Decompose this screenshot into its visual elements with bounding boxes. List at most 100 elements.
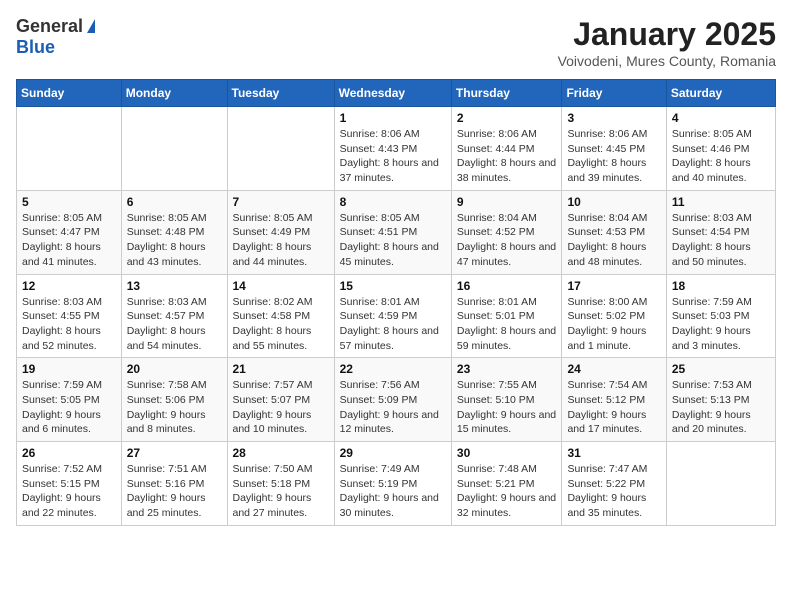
day-info: Sunrise: 8:05 AM Sunset: 4:47 PM Dayligh… [22,211,116,270]
calendar-cell: 15 Sunrise: 8:01 AM Sunset: 4:59 PM Dayli… [334,274,451,358]
day-info: Sunrise: 8:06 AM Sunset: 4:44 PM Dayligh… [457,127,557,186]
location-subtitle: Voivodeni, Mures County, Romania [558,53,776,69]
calendar-cell: 20Sunrise: 7:58 AM Sunset: 5:06 PM Dayli… [121,358,227,442]
day-info: Sunrise: 7:58 AM Sunset: 5:06 PM Dayligh… [127,378,222,437]
title-block: January 2025 Voivodeni, Mures County, Ro… [558,16,776,69]
day-number: 30 [457,446,557,460]
calendar-cell: 6 Sunrise: 8:05 AM Sunset: 4:48 PM Daylig… [121,190,227,274]
calendar-cell: 16Sunrise: 8:01 AM Sunset: 5:01 PM Dayli… [451,274,562,358]
day-info: Sunrise: 7:59 AM Sunset: 5:03 PM Dayligh… [672,295,770,354]
day-number: 31 [567,446,660,460]
calendar-week-4: 19 Sunrise: 7:59 AM Sunset: 5:05 PM Dayli… [17,358,776,442]
day-number: 14 [233,279,329,293]
calendar-cell: 30 Sunrise: 7:48 AM Sunset: 5:21 PM Dayli… [451,442,562,526]
calendar-cell: 5 Sunrise: 8:05 AM Sunset: 4:47 PM Daylig… [17,190,122,274]
day-info: Sunrise: 7:50 AM Sunset: 5:18 PM Dayligh… [233,462,329,521]
calendar-cell: 25 Sunrise: 7:53 AM Sunset: 5:13 PM Dayli… [666,358,775,442]
calendar-cell: 9 Sunrise: 8:04 AM Sunset: 4:52 PM Daylig… [451,190,562,274]
day-info: Sunrise: 8:03 AM Sunset: 4:54 PM Dayligh… [672,211,770,270]
day-info: Sunrise: 8:03 AM Sunset: 4:55 PM Dayligh… [22,295,116,354]
day-number: 22 [340,362,446,376]
day-info: Sunrise: 7:53 AM Sunset: 5:13 PM Dayligh… [672,378,770,437]
day-info: Sunrise: 8:05 AM Sunset: 4:51 PM Dayligh… [340,211,446,270]
day-info: Sunrise: 8:02 AM Sunset: 4:58 PM Dayligh… [233,295,329,354]
calendar-cell: 8 Sunrise: 8:05 AM Sunset: 4:51 PM Daylig… [334,190,451,274]
day-info: Sunrise: 8:05 AM Sunset: 4:49 PM Dayligh… [233,211,329,270]
day-number: 4 [672,111,770,125]
day-number: 11 [672,195,770,209]
calendar-cell: 18Sunrise: 7:59 AM Sunset: 5:03 PM Dayli… [666,274,775,358]
calendar-body: 1 Sunrise: 8:06 AM Sunset: 4:43 PM Daylig… [17,107,776,526]
calendar-cell: 27Sunrise: 7:51 AM Sunset: 5:16 PM Dayli… [121,442,227,526]
day-number: 8 [340,195,446,209]
day-info: Sunrise: 7:59 AM Sunset: 5:05 PM Dayligh… [22,378,116,437]
day-number: 6 [127,195,222,209]
day-info: Sunrise: 8:00 AM Sunset: 5:02 PM Dayligh… [567,295,660,354]
day-number: 7 [233,195,329,209]
weekday-header-sunday: Sunday [17,80,122,107]
day-number: 1 [340,111,446,125]
day-number: 29 [340,446,446,460]
calendar-cell: 7 Sunrise: 8:05 AM Sunset: 4:49 PM Daylig… [227,190,334,274]
day-info: Sunrise: 8:06 AM Sunset: 4:45 PM Dayligh… [567,127,660,186]
weekday-header-thursday: Thursday [451,80,562,107]
calendar-cell: 23Sunrise: 7:55 AM Sunset: 5:10 PM Dayli… [451,358,562,442]
calendar-week-3: 12 Sunrise: 8:03 AM Sunset: 4:55 PM Dayli… [17,274,776,358]
day-number: 28 [233,446,329,460]
calendar-week-2: 5 Sunrise: 8:05 AM Sunset: 4:47 PM Daylig… [17,190,776,274]
day-number: 5 [22,195,116,209]
page-header: General Blue January 2025 Voivodeni, Mur… [16,16,776,69]
calendar-cell: 22Sunrise: 7:56 AM Sunset: 5:09 PM Dayli… [334,358,451,442]
calendar-cell [121,107,227,191]
calendar-cell: 28 Sunrise: 7:50 AM Sunset: 5:18 PM Dayli… [227,442,334,526]
calendar-cell: 11 Sunrise: 8:03 AM Sunset: 4:54 PM Dayli… [666,190,775,274]
logo: General Blue [16,16,95,58]
weekday-header-wednesday: Wednesday [334,80,451,107]
day-number: 19 [22,362,116,376]
weekday-header-friday: Friday [562,80,666,107]
day-number: 12 [22,279,116,293]
calendar-table: SundayMondayTuesdayWednesdayThursdayFrid… [16,79,776,526]
calendar-cell: 1 Sunrise: 8:06 AM Sunset: 4:43 PM Daylig… [334,107,451,191]
calendar-cell: 13 Sunrise: 8:03 AM Sunset: 4:57 PM Dayli… [121,274,227,358]
calendar-cell: 14 Sunrise: 8:02 AM Sunset: 4:58 PM Dayli… [227,274,334,358]
day-info: Sunrise: 8:05 AM Sunset: 4:46 PM Dayligh… [672,127,770,186]
calendar-week-5: 26Sunrise: 7:52 AM Sunset: 5:15 PM Dayli… [17,442,776,526]
day-number: 24 [567,362,660,376]
day-info: Sunrise: 8:04 AM Sunset: 4:52 PM Dayligh… [457,211,557,270]
calendar-cell [666,442,775,526]
calendar-header: SundayMondayTuesdayWednesdayThursdayFrid… [17,80,776,107]
day-number: 3 [567,111,660,125]
header-row: SundayMondayTuesdayWednesdayThursdayFrid… [17,80,776,107]
day-info: Sunrise: 7:48 AM Sunset: 5:21 PM Dayligh… [457,462,557,521]
day-number: 21 [233,362,329,376]
day-number: 27 [127,446,222,460]
logo-triangle-icon [87,19,95,33]
day-info: Sunrise: 7:57 AM Sunset: 5:07 PM Dayligh… [233,378,329,437]
calendar-cell: 29 Sunrise: 7:49 AM Sunset: 5:19 PM Dayli… [334,442,451,526]
calendar-cell: 21 Sunrise: 7:57 AM Sunset: 5:07 PM Dayli… [227,358,334,442]
calendar-cell: 26Sunrise: 7:52 AM Sunset: 5:15 PM Dayli… [17,442,122,526]
day-number: 9 [457,195,557,209]
day-info: Sunrise: 8:03 AM Sunset: 4:57 PM Dayligh… [127,295,222,354]
calendar-week-1: 1 Sunrise: 8:06 AM Sunset: 4:43 PM Daylig… [17,107,776,191]
calendar-cell: 12 Sunrise: 8:03 AM Sunset: 4:55 PM Dayli… [17,274,122,358]
calendar-cell: 19 Sunrise: 7:59 AM Sunset: 5:05 PM Dayli… [17,358,122,442]
weekday-header-tuesday: Tuesday [227,80,334,107]
day-info: Sunrise: 8:01 AM Sunset: 5:01 PM Dayligh… [457,295,557,354]
day-info: Sunrise: 7:55 AM Sunset: 5:10 PM Dayligh… [457,378,557,437]
day-number: 25 [672,362,770,376]
day-info: Sunrise: 8:05 AM Sunset: 4:48 PM Dayligh… [127,211,222,270]
day-info: Sunrise: 8:06 AM Sunset: 4:43 PM Dayligh… [340,127,446,186]
calendar-cell: 31Sunrise: 7:47 AM Sunset: 5:22 PM Dayli… [562,442,666,526]
calendar-cell: 2 Sunrise: 8:06 AM Sunset: 4:44 PM Daylig… [451,107,562,191]
day-number: 15 [340,279,446,293]
month-title: January 2025 [558,16,776,53]
day-info: Sunrise: 8:01 AM Sunset: 4:59 PM Dayligh… [340,295,446,354]
day-info: Sunrise: 7:49 AM Sunset: 5:19 PM Dayligh… [340,462,446,521]
calendar-cell: 3 Sunrise: 8:06 AM Sunset: 4:45 PM Daylig… [562,107,666,191]
day-info: Sunrise: 7:52 AM Sunset: 5:15 PM Dayligh… [22,462,116,521]
day-number: 2 [457,111,557,125]
weekday-header-saturday: Saturday [666,80,775,107]
day-number: 13 [127,279,222,293]
